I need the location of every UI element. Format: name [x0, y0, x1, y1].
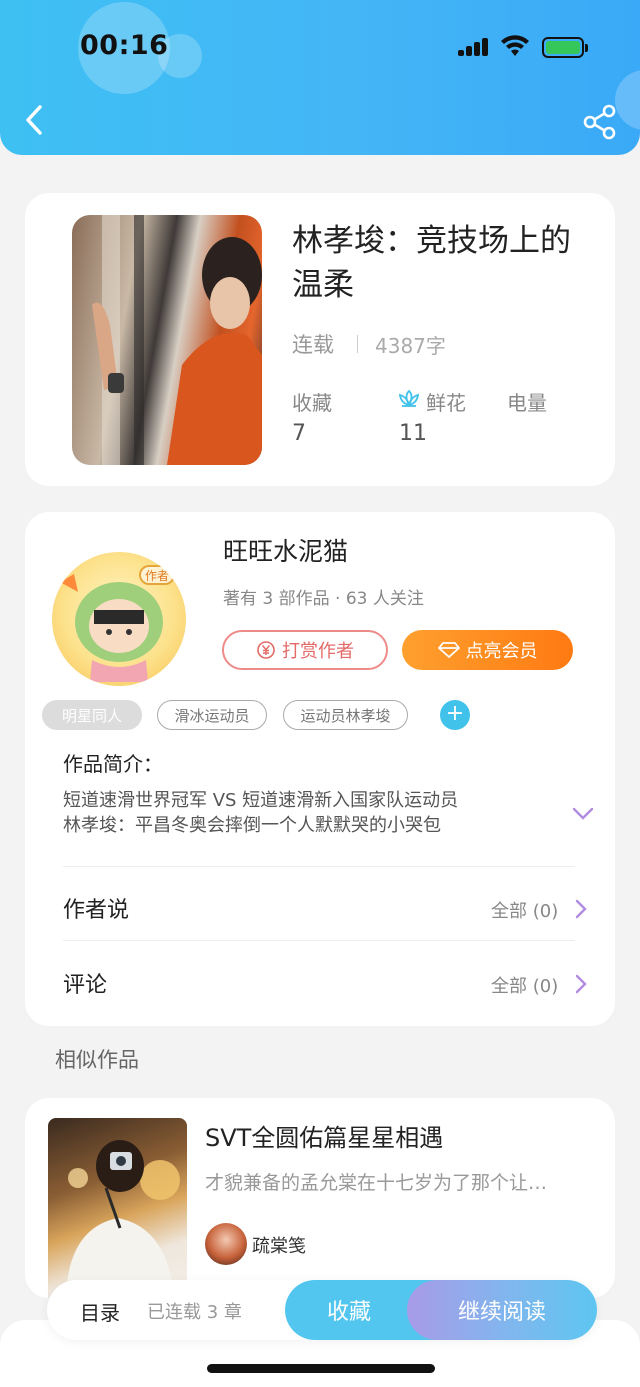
book-title: 林孝埈：竞技场上的温柔 [292, 223, 571, 303]
status-time: 00:16 [80, 30, 169, 61]
cellular-signal-icon [458, 38, 492, 56]
cover-illustration [92, 215, 262, 465]
reward-author-button[interactable]: 打赏作者 [222, 630, 388, 670]
word-count: 4387字 [375, 334, 446, 358]
book-status: 连载 [292, 333, 334, 357]
battery-icon [542, 37, 588, 58]
intro-title: 作品简介： [63, 752, 163, 776]
lotus-icon [398, 389, 420, 407]
chevron-right-icon[interactable] [575, 899, 587, 919]
similar-author-avatar [205, 1223, 247, 1265]
similar-cover-image[interactable] [48, 1118, 187, 1298]
author-card: 作者 旺旺水泥猫 著有 3 部作品 · 63 人关注 打赏作者 点亮会员 明星同… [25, 512, 615, 1026]
similar-section-title: 相似作品 [55, 1048, 139, 1072]
stat-value-flowers: 11 [399, 421, 427, 446]
chevron-down-icon[interactable] [572, 807, 594, 821]
chevron-right-icon[interactable] [575, 974, 587, 994]
tag-item[interactable]: 运动员林孝埈 [283, 700, 408, 730]
add-tag-button[interactable]: + [440, 700, 470, 730]
comments-label[interactable]: 评论 [63, 967, 107, 999]
similar-desc: 才貌兼备的孟允棠在十七岁为了那个让… [205, 1172, 548, 1194]
back-button[interactable] [20, 102, 52, 138]
diamond-icon [437, 642, 460, 658]
stat-label-power: 电量 [507, 391, 547, 415]
avatar-illustration: 作者 [60, 565, 175, 682]
author-name[interactable]: 旺旺水泥猫 [223, 532, 348, 568]
decor-bubble [615, 70, 640, 130]
home-indicator [207, 1364, 435, 1373]
author-meta: 著有 3 部作品 · 63 人关注 [223, 589, 424, 609]
book-info-card: 林孝埈：竞技场上的温柔 连载 4387字 收藏 7 鲜花 11 电量 [25, 193, 615, 486]
similar-cover-illustration [66, 1140, 180, 1298]
yen-coin-icon [257, 641, 275, 659]
similar-work-card[interactable]: SVT全圆佑篇星星相遇 才貌兼备的孟允棠在十七岁为了那个让… 疏棠笺 [25, 1098, 615, 1298]
divider [63, 940, 575, 941]
stat-label-flowers: 鲜花 [426, 391, 466, 415]
chapter-count: 已连载 3 章 [147, 1302, 242, 1323]
tag-item[interactable]: 明星同人 [42, 700, 142, 730]
vip-button[interactable]: 点亮会员 [402, 630, 573, 670]
similar-title[interactable]: SVT全圆佑篇星星相遇 [205, 1118, 443, 1153]
reward-author-label: 打赏作者 [282, 641, 354, 662]
stat-value-favorites: 7 [292, 421, 306, 446]
wifi-icon [501, 35, 529, 56]
author-says-all[interactable]: 全部 (0) [491, 897, 558, 923]
divider [357, 335, 358, 353]
book-cover-image[interactable] [72, 215, 262, 465]
intro-line: 短道速滑世界冠军 VS 短道速滑新入国家队运动员 [63, 790, 459, 811]
share-button[interactable] [582, 104, 618, 140]
toc-button[interactable]: 目录 [80, 1297, 120, 1326]
tag-item[interactable]: 滑冰运动员 [157, 700, 267, 730]
comments-all[interactable]: 全部 (0) [491, 972, 558, 998]
action-bar: 目录 已连载 3 章 收藏 继续阅读 [47, 1280, 597, 1340]
similar-author-name[interactable]: 疏棠笺 [252, 1232, 306, 1258]
continue-reading-button[interactable]: 继续阅读 [407, 1280, 597, 1340]
intro-line: 林孝埈：平昌冬奥会摔倒一个人默默哭的小哭包 [63, 815, 441, 836]
author-avatar[interactable]: 作者 [52, 552, 186, 686]
intro-text: 短道速滑世界冠军 VS 短道速滑新入国家队运动员 林孝埈：平昌冬奥会摔倒一个人默… [63, 788, 563, 838]
header: 00:16 [0, 0, 640, 155]
stat-label-favorites: 收藏 [292, 391, 332, 415]
vip-label: 点亮会员 [465, 641, 538, 662]
author-says-label[interactable]: 作者说 [63, 892, 129, 924]
divider [63, 866, 575, 867]
avatar-badge: 作者 [145, 569, 169, 583]
